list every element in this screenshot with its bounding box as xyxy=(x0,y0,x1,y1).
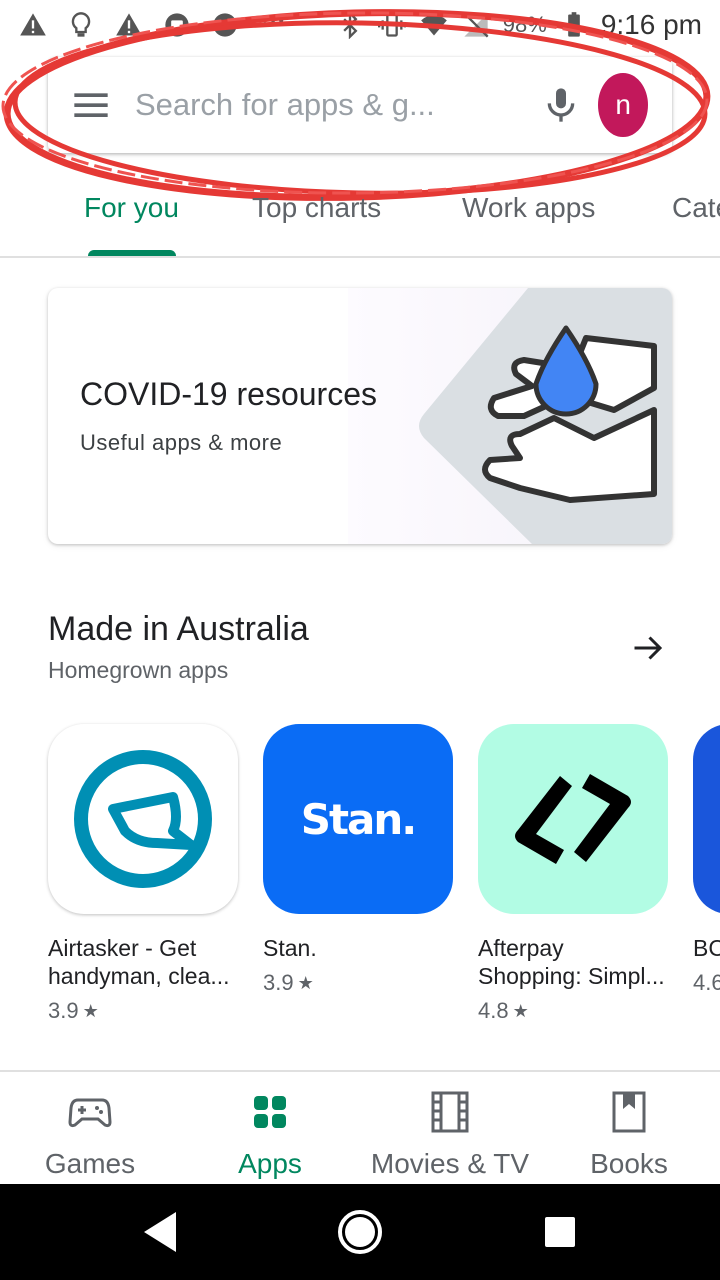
search-bar[interactable]: n xyxy=(48,57,672,153)
app-rating: 4.6 xyxy=(693,970,720,996)
nav-movies-tv[interactable]: Movies & TV xyxy=(360,1072,540,1184)
section-subtitle: Homegrown apps xyxy=(48,657,229,683)
rating-value: 3.9 xyxy=(263,970,294,995)
nav-books[interactable]: Books xyxy=(569,1072,689,1184)
voice-search-button[interactable] xyxy=(534,57,588,153)
microphone-icon xyxy=(547,88,575,122)
nav-apps[interactable]: Apps xyxy=(210,1072,330,1184)
app-card-partial[interactable]: BC 4.6 xyxy=(693,724,720,996)
app-name: Afterpay Shopping: Simpl... xyxy=(478,934,670,990)
sync-icon xyxy=(210,10,240,40)
airtasker-icon xyxy=(48,724,238,914)
app-name: Airtasker - Get handyman, clea... xyxy=(48,934,240,990)
rating-value: 3.9 xyxy=(48,998,79,1023)
nav-label: Books xyxy=(590,1148,668,1179)
status-time: 9:16 pm xyxy=(600,9,702,40)
app-rating: 4.8 ★ xyxy=(478,998,670,1024)
battery-icon xyxy=(559,10,589,40)
star-icon: ★ xyxy=(512,1000,529,1021)
wifi-icon xyxy=(419,10,449,40)
app-name-line2: Shopping: Simpl... xyxy=(478,963,665,989)
banner-title: COVID-19 resources xyxy=(80,376,377,412)
film-icon xyxy=(428,1090,472,1134)
back-triangle-icon xyxy=(144,1212,176,1252)
afterpay-icon xyxy=(478,724,668,914)
banner-subtitle: Useful apps & more xyxy=(80,430,283,455)
app-name-line1: Airtasker - Get xyxy=(48,935,197,961)
app-rating: 3.9 ★ xyxy=(263,970,455,996)
more-icon xyxy=(258,10,288,40)
nav-label: Apps xyxy=(238,1148,302,1179)
bookmark-book-icon xyxy=(607,1090,651,1134)
star-icon: ★ xyxy=(297,972,314,993)
app-card-afterpay[interactable]: Afterpay Shopping: Simpl... 4.8 ★ xyxy=(478,724,670,1024)
gamepad-icon xyxy=(68,1090,112,1134)
tab-categories[interactable]: Cate xyxy=(672,160,720,256)
section-title: Made in Australia xyxy=(48,610,309,648)
app-name: Stan. xyxy=(263,934,455,962)
back-button[interactable] xyxy=(112,1184,208,1280)
nav-label: Movies & TV xyxy=(370,1148,530,1179)
nav-label: Games xyxy=(44,1148,136,1179)
tab-for-you[interactable]: For you xyxy=(84,160,179,256)
app-card-stan[interactable]: Stan. Stan. 3.9 ★ xyxy=(263,724,455,996)
status-bar: 98% 9:16 pm xyxy=(0,0,720,50)
bluetooth-icon xyxy=(335,10,365,40)
system-navigation-bar xyxy=(0,1184,720,1280)
bottom-navigation: Games Apps Movies & TV Books xyxy=(0,1070,720,1184)
app-name-line1: BC xyxy=(693,935,720,961)
warning-icon xyxy=(114,10,144,40)
recents-button[interactable] xyxy=(512,1184,608,1280)
app-name-line1: Stan. xyxy=(263,935,317,961)
warning-icon xyxy=(18,10,48,40)
search-input[interactable] xyxy=(134,57,534,153)
arrow-right-icon xyxy=(634,636,663,660)
account-avatar[interactable]: n xyxy=(598,73,648,137)
category-tabs: For you Top charts Work apps Cate xyxy=(0,160,720,258)
rating-value: 4.6 xyxy=(693,970,720,995)
apps-grid-icon xyxy=(248,1090,292,1134)
nav-games[interactable]: Games xyxy=(30,1072,150,1184)
lightbulb-icon xyxy=(66,10,96,40)
stan-icon: Stan. xyxy=(263,724,453,914)
rating-value: 4.8 xyxy=(478,998,509,1023)
app-name-line1: Afterpay xyxy=(478,935,564,961)
cast-icon xyxy=(162,10,192,40)
app-rating: 3.9 ★ xyxy=(48,998,240,1024)
app-name-line2: handyman, clea... xyxy=(48,963,230,989)
vibrate-icon xyxy=(377,10,407,40)
star-icon: ★ xyxy=(82,1000,99,1021)
tab-indicator xyxy=(88,250,176,256)
hamburger-menu-icon xyxy=(74,93,109,117)
see-more-button[interactable] xyxy=(622,622,674,674)
tab-top-charts[interactable]: Top charts xyxy=(252,160,381,256)
home-circle-icon xyxy=(338,1210,382,1254)
partial-app-icon xyxy=(693,724,720,914)
covid-banner[interactable]: COVID-19 resources Useful apps & more xyxy=(48,288,672,544)
recents-square-icon xyxy=(545,1217,575,1247)
home-button[interactable] xyxy=(312,1184,408,1280)
tab-work-apps[interactable]: Work apps xyxy=(462,160,595,256)
app-name: BC xyxy=(693,934,720,962)
handwash-illustration xyxy=(348,288,672,544)
avatar-letter: n xyxy=(615,89,631,120)
no-signal-icon xyxy=(461,10,491,40)
menu-button[interactable] xyxy=(48,57,135,153)
stan-logo-text: Stan. xyxy=(300,794,418,844)
battery-percent: 98% xyxy=(502,12,547,37)
app-card-airtasker[interactable]: Airtasker - Get handyman, clea... 3.9 ★ xyxy=(48,724,240,1024)
